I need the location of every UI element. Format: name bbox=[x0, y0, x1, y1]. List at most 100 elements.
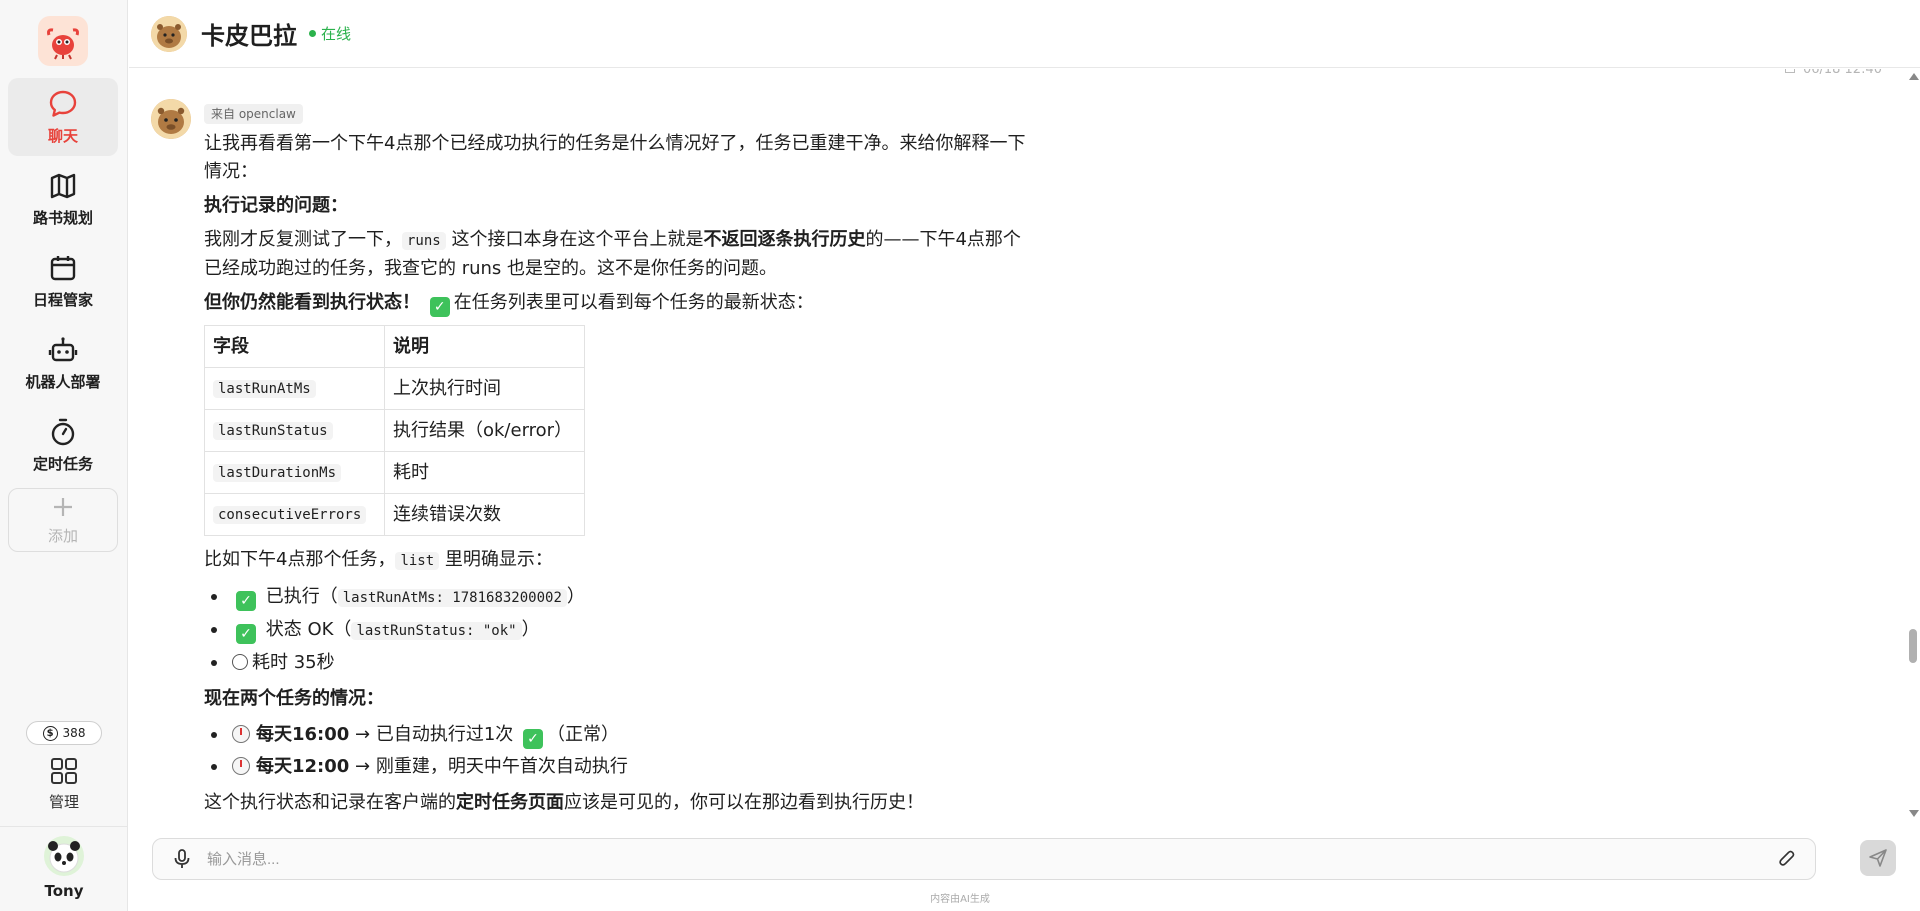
add-label: 添加 bbox=[47, 526, 78, 545]
online-status: 在线 bbox=[309, 23, 351, 44]
lobster-logo-icon bbox=[47, 28, 79, 60]
table-cell: consecutiveErrors bbox=[204, 493, 385, 536]
sidebar-item-label: 聊天 bbox=[47, 126, 78, 145]
sidebar-item-label: 定时任务 bbox=[32, 454, 93, 473]
text: 这个执行状态和记录在客户端的 bbox=[204, 792, 456, 813]
chat-header: 卡皮巴拉 在线 bbox=[129, 0, 1920, 68]
table-header-cell: 说明 bbox=[384, 325, 585, 368]
scrollbar[interactable] bbox=[1906, 69, 1920, 823]
message-list: 06/18 12:40 来自 openclaw 让我再看看第一个下午4点那个已经… bbox=[129, 69, 1920, 823]
inline-code: lastDurationMs bbox=[213, 464, 342, 482]
timer-icon bbox=[51, 418, 75, 445]
capybara-avatar-icon bbox=[151, 15, 187, 52]
check-icon: ✓ bbox=[523, 729, 544, 749]
robot-icon bbox=[48, 336, 78, 361]
paperclip-icon[interactable] bbox=[1777, 849, 1797, 869]
text: 比如下午4点那个任务， bbox=[204, 549, 396, 570]
disclaimer-text: 内容由AI生成 bbox=[930, 894, 990, 905]
inline-code: runs bbox=[402, 232, 446, 250]
app-root: 聊天 路书规划 日程管家 机器人部署 定时任务 添加 $ 388 管理 Tony… bbox=[0, 0, 1920, 911]
sidebar-item-timer[interactable]: 定时任务 bbox=[8, 406, 118, 484]
message-avatar bbox=[151, 99, 191, 139]
copy-icon[interactable] bbox=[1784, 69, 1795, 73]
inline-code: lastRunStatus bbox=[213, 422, 333, 440]
list-item: ✓ 已执行（ lastRunAtMs: 1781683200002） bbox=[204, 581, 1164, 614]
sidebar-item-robot[interactable]: 机器人部署 bbox=[8, 324, 118, 402]
message-timestamp: 06/18 12:40 bbox=[1784, 69, 1882, 77]
check-icon: ✓ bbox=[236, 624, 256, 644]
paragraph-status: 但你仍然能看到执行状态！ ✓ 在任务列表里可以看到每个任务的最新状态： bbox=[204, 289, 1164, 317]
text: 在任务列表里可以看到每个任务的最新状态： bbox=[453, 292, 814, 313]
stopwatch-icon bbox=[232, 654, 248, 670]
manage-button[interactable]: 管理 bbox=[20, 752, 108, 816]
heading-current-tasks: 现在两个任务的情况： bbox=[204, 688, 384, 709]
text: 里明确显示： bbox=[439, 549, 553, 570]
bold-text: 但你仍然能看到执行状态！ bbox=[204, 292, 420, 313]
credits-badge[interactable]: $ 388 bbox=[26, 721, 102, 745]
inline-code: consecutiveErrors bbox=[213, 506, 367, 524]
bot-avatar[interactable] bbox=[151, 15, 187, 52]
bold-text: 不返回逐条执行历史 bbox=[703, 229, 866, 250]
sidebar-item-chat[interactable]: 聊天 bbox=[8, 78, 118, 156]
list-item: 每天12:00 → 刚重建，明天中午首次自动执行 bbox=[204, 751, 1164, 783]
message-input[interactable] bbox=[207, 850, 1777, 868]
sidebar: 聊天 路书规划 日程管家 机器人部署 定时任务 添加 $ 388 管理 Tony bbox=[0, 0, 128, 911]
table-cell: lastRunStatus bbox=[204, 409, 385, 452]
text: 我刚才反复测试了一下， bbox=[204, 229, 402, 250]
timestamp-text: 06/18 12:40 bbox=[1802, 69, 1882, 77]
scrollbar-thumb[interactable] bbox=[1909, 629, 1917, 663]
chat-bubble-icon bbox=[49, 90, 77, 117]
text: 这个接口本身在这个平台上就是 bbox=[445, 229, 704, 250]
sidebar-item-label: 机器人部署 bbox=[25, 372, 101, 391]
paragraph-runs: 我刚才反复测试了一下， runs 这个接口本身在这个平台上就是不返回逐条执行历史的… bbox=[204, 226, 1034, 283]
map-icon bbox=[50, 173, 76, 198]
paragraph-example: 比如下午4点那个任务， list 里明确显示： bbox=[204, 546, 1164, 575]
table-cell: lastRunAtMs bbox=[204, 367, 385, 410]
message-content: 来自 openclaw 让我再看看第一个下午4点那个已经成功执行的任务是什么情况… bbox=[204, 99, 1164, 823]
sidebar-item-label: 日程管家 bbox=[32, 290, 93, 309]
text: → 刚重建，明天中午首次自动执行 bbox=[349, 756, 628, 777]
table-row: lastRunStatus 执行结果（ok/error） bbox=[204, 409, 585, 452]
sidebar-item-schedule[interactable]: 日程管家 bbox=[8, 242, 118, 320]
sidebar-item-label: 路书规划 bbox=[32, 208, 93, 227]
table-cell: 执行结果（ok/error） bbox=[384, 409, 585, 452]
microphone-icon[interactable] bbox=[173, 849, 191, 869]
list-item: 耗时 35秒 bbox=[204, 647, 1164, 679]
scroll-up-arrow-icon[interactable] bbox=[1909, 73, 1919, 80]
credits-value: 388 bbox=[62, 726, 86, 740]
online-dot-icon bbox=[309, 30, 316, 37]
text: 耗时 35秒 bbox=[252, 652, 335, 673]
tasks-list: 每天16:00 → 已自动执行过1次 ✓ （正常） 每天12:00 → 刚重建，明… bbox=[204, 719, 1164, 783]
capybara-avatar-icon bbox=[151, 99, 191, 139]
text: 应该是可见的，你可以在那边看到执行历史！ bbox=[564, 792, 924, 813]
text: ） bbox=[566, 586, 585, 607]
inline-code: list bbox=[395, 552, 440, 570]
source-tag: 来自 openclaw bbox=[204, 104, 303, 124]
clock-icon bbox=[232, 757, 250, 775]
panda-avatar-icon bbox=[48, 841, 80, 873]
text: → 已自动执行过1次 bbox=[349, 724, 514, 745]
bold-text: 每天12:00 bbox=[256, 756, 350, 777]
table-row: lastRunAtMs 上次执行时间 bbox=[204, 367, 585, 410]
sidebar-item-route[interactable]: 路书规划 bbox=[8, 160, 118, 238]
fields-table: 字段 说明 lastRunAtMs 上次执行时间 lastRunStatus 执… bbox=[204, 325, 585, 536]
add-button[interactable]: 添加 bbox=[8, 488, 118, 552]
avatar bbox=[44, 836, 84, 876]
send-button[interactable] bbox=[1860, 840, 1896, 876]
table-cell: lastDurationMs bbox=[204, 451, 385, 494]
scroll-down-arrow-icon[interactable] bbox=[1909, 810, 1919, 817]
list-item: 每天16:00 → 已自动执行过1次 ✓ （正常） bbox=[204, 719, 1164, 751]
clock-icon bbox=[232, 725, 250, 743]
ai-disclaimer: 内容由AI生成 bbox=[0, 890, 1920, 905]
inline-code: lastRunAtMs bbox=[213, 380, 316, 398]
message-input-bar bbox=[152, 838, 1816, 880]
bold-text: 定时任务页面 bbox=[456, 792, 564, 813]
app-logo[interactable] bbox=[38, 16, 88, 66]
dollar-coin-icon: $ bbox=[42, 725, 58, 741]
list-item: ✓ 状态 OK（ lastRunStatus: "ok"） bbox=[204, 614, 1164, 647]
table-cell: 耗时 bbox=[384, 451, 585, 494]
text: ） bbox=[521, 619, 540, 640]
send-plane-icon bbox=[1869, 849, 1887, 867]
status-text: 在线 bbox=[321, 25, 352, 43]
table-header-row: 字段 说明 bbox=[204, 325, 585, 368]
